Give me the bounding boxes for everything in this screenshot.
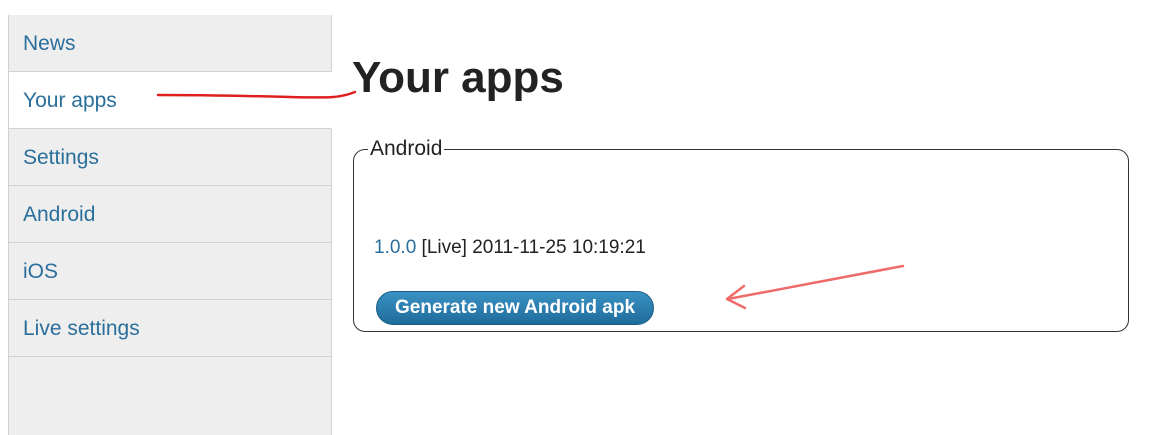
generate-apk-button[interactable]: Generate new Android apk <box>376 291 655 325</box>
sidebar-item-ios[interactable]: iOS <box>9 243 331 300</box>
sidebar-nav: News Your apps Settings Android iOS Live… <box>8 15 332 435</box>
sidebar-item-android[interactable]: Android <box>9 186 331 243</box>
android-section: Android 1.0.0 [Live] 2011-11-25 10:19:21… <box>353 137 1129 332</box>
version-link[interactable]: 1.0.0 <box>374 237 416 258</box>
version-row: 1.0.0 [Live] 2011-11-25 10:19:21 <box>374 237 646 259</box>
page-title: Your apps <box>352 53 564 102</box>
sidebar-item-your-apps[interactable]: Your apps <box>9 72 332 129</box>
sidebar-item-news[interactable]: News <box>9 15 331 72</box>
android-section-legend: Android <box>370 137 443 160</box>
version-status-date: [Live] 2011-11-25 10:19:21 <box>421 237 646 258</box>
sidebar-item-live-settings[interactable]: Live settings <box>9 300 331 357</box>
sidebar-item-settings[interactable]: Settings <box>9 129 331 186</box>
